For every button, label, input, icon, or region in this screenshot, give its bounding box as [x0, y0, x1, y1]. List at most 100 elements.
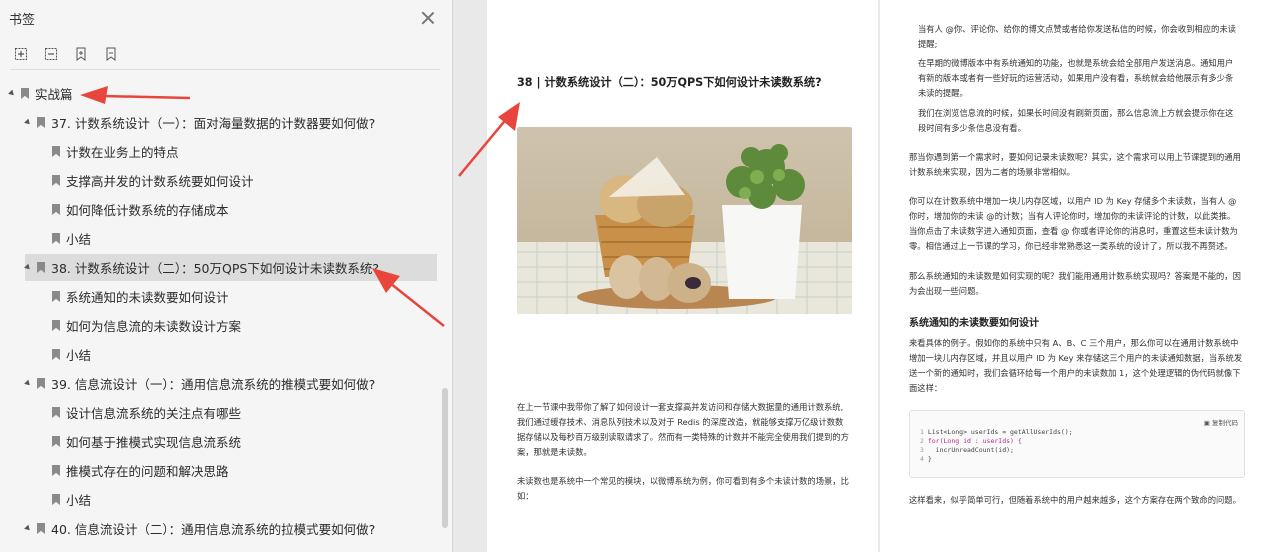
line-number: 1 [920, 428, 924, 436]
tree-item-label: 如何为信息流的未读数设计方案 [66, 319, 242, 334]
text-line: 你时，增加你的未读 @的计数；当有人评论你时，增加你的未读评论的计数，以此类推。 [909, 211, 1236, 221]
tree-item[interactable]: 如何降低计数系统的存储成本 [52, 196, 229, 223]
tree-item[interactable]: 实战篇 [8, 80, 73, 107]
code-text: } [927, 455, 932, 463]
tree-item-label: 推模式存在的问题和解决思路 [66, 464, 229, 479]
code-text: List<Long> userIds = getAllUserIds(); [927, 428, 1073, 436]
copy-code-label: 复制代码 [1212, 419, 1238, 427]
text-line: 未读的提醒。 [918, 88, 968, 98]
text-line: 零。相信通过上一节课的学习，你已经非常熟悉这一类系统的设计了，所以我不再赘述。 [909, 241, 1233, 251]
add-bookmark-icon[interactable] [72, 45, 90, 63]
code-line: 3 incrUnreadCount(id); [920, 446, 1014, 454]
collapse-all-icon[interactable] [42, 45, 60, 63]
copy-code-button[interactable]: ▣ 复制代码 [1204, 417, 1238, 427]
text-line: 当你点击了未读数字进入通知页面，查看 @ 你或者评论你的消息时，重置这些未读计数… [909, 226, 1238, 236]
code-line: 1 List<Long> userIds = getAllUserIds(); [920, 428, 1073, 436]
article-title: 38 | 计数系统设计（二）：50万QPS下如何设计未读数系统? [517, 76, 822, 89]
code-text: incrUnreadCount(id); [927, 446, 1014, 454]
line-number: 3 [920, 446, 924, 454]
section-heading: 系统通知的未读数要如何设计 [909, 318, 1039, 329]
tree-item[interactable]: 推模式存在的问题和解决思路 [52, 457, 229, 484]
copy-icon: ▣ [1203, 419, 1210, 427]
panel-title: 书签 [9, 13, 36, 28]
body-paragraph: 这样看来，似乎简单可行，但随着系统中的用户越来越多，这个方案存在两个致命的问题。 [909, 495, 1241, 505]
text-line: 当有人 @你、评论你、给你的博文点赞或者给你发送私信的时候，你会收到相应的未读 [918, 24, 1236, 34]
bookmark-icon [37, 117, 45, 128]
tree-item[interactable]: 如何为信息流的未读数设计方案 [52, 312, 241, 339]
bookmark-icon [52, 494, 60, 505]
code-block: ▣ 复制代码 1 List<Long> userIds = getAllUser… [909, 410, 1245, 478]
bookmark-icon [52, 233, 60, 244]
bullet-item: 在早期的微博版本中有系统通知的功能，也就是系统会给全部用户发送消息。通知用户 有… [918, 56, 1248, 101]
text-line: 来看具体的例子。假如你的系统中只有 A、B、C 三个用户，那么你可以在通用计数系… [909, 338, 1239, 348]
text-line: 我们在浏览信息流的时候，如果长时间没有刷新页面，那么信息流上方就会提示你在这 [918, 108, 1234, 118]
article-photo [517, 127, 852, 314]
tree-item-label: 37. 计数系统设计（一）：面对海量数据的计数器要如何做? [51, 116, 376, 131]
bookmark-icon [37, 262, 45, 273]
bookmark-icon [37, 523, 45, 534]
expand-caret-icon[interactable] [24, 379, 32, 388]
tree-item-label: 小结 [66, 493, 92, 508]
tree-item-label: 如何基于推模式实现信息流系统 [66, 435, 242, 450]
text-line: 增加一块儿内存区域，并且以用户 ID 为 Key 来存储这三个用户的未读通知数据… [909, 353, 1243, 363]
text-line: 有新的版本或者有一些好玩的运营活动，如果用户没有看，系统就会给他展示有多少条 [918, 73, 1234, 83]
text-line: 送一个新的通知时，我们会循环给每一个用户的未读数加 1，这个处理逻辑的伪代码就像… [909, 368, 1241, 378]
tree-item-label: 计数在业务上的特点 [66, 145, 179, 160]
tree-item[interactable]: 39. 信息流设计（一）：通用信息流系统的推模式要如何做? [24, 370, 376, 397]
tree-item[interactable]: 支撑高并发的计数系统要如何设计 [52, 167, 254, 194]
text-line: 我们通过缓存技术、消息队列技术以及对于 Redis 的深度改造，就能够支撑万亿级… [517, 417, 844, 427]
code-text: for(Long id : userIds) { [927, 437, 1022, 445]
remove-bookmark-icon[interactable] [102, 45, 120, 63]
bookmark-icon [52, 465, 60, 476]
bookmark-icon [52, 436, 60, 447]
text-line: 那当你遇到第一个需求时，要如何记录未读数呢？其实，这个需求可以用上节课提到的通用 [909, 152, 1241, 162]
tree-item-label: 系统通知的未读数要如何设计 [66, 290, 229, 305]
bookmark-icon [37, 378, 45, 389]
tree-item[interactable]: 小结 [52, 225, 91, 252]
bookmark-scrollbar[interactable] [441, 80, 448, 552]
text-line: 如： [517, 491, 534, 501]
body-paragraph: 来看具体的例子。假如你的系统中只有 A、B、C 三个用户，那么你可以在通用计数系… [909, 336, 1254, 396]
body-paragraph: 你可以在计数系统中增加一块儿内存区域，以用户 ID 为 Key 存储多个未读数，… [909, 194, 1254, 254]
expand-caret-icon[interactable] [24, 263, 32, 272]
line-number: 2 [920, 437, 924, 445]
tree-item-label: 38. 计数系统设计（二）：50万QPS下如何设计未读数系统? [51, 261, 379, 276]
text-line: 面这样： [909, 383, 943, 393]
scrollbar-thumb[interactable] [442, 388, 448, 528]
code-line: 2 for(Long id : userIds) { [920, 437, 1022, 445]
bullet-item: 我们在浏览信息流的时候，如果长时间没有刷新页面，那么信息流上方就会提示你在这 段… [918, 106, 1248, 136]
tree-item-label: 小结 [66, 232, 92, 247]
text-line: 据存储以及每秒百万级别读取请求了。然而有一类特殊的计数并不能完全使用我们提到的方 [517, 432, 849, 442]
bookmark-icon [21, 88, 29, 99]
text-line: 那么系统通知的未读数是如何实现的呢？我们能用通用计数系统实现吗？答案是不能的，因 [909, 271, 1241, 281]
tree-item[interactable]: 小结 [52, 341, 91, 368]
text-line: 提醒; [918, 39, 938, 49]
tree-item[interactable]: 37. 计数系统设计（一）：面对海量数据的计数器要如何做? [24, 109, 376, 136]
tree-item[interactable]: 设计信息流系统的关注点有哪些 [52, 399, 241, 426]
expand-caret-icon[interactable] [24, 118, 32, 127]
bookmark-panel: 书签 实战篇 37. 计数系统设计（一）：面对海量数据的计数器要如何做? 计数在… [0, 0, 453, 552]
tree-item-label: 39. 信息流设计（一）：通用信息流系统的推模式要如何做? [51, 377, 376, 392]
tree-item[interactable]: 小结 [52, 486, 91, 513]
tree-item[interactable]: 系统通知的未读数要如何设计 [52, 283, 229, 310]
expand-caret-icon[interactable] [8, 89, 16, 98]
code-line: 4 } [920, 455, 932, 463]
tree-item[interactable]: 如何基于推模式实现信息流系统 [52, 428, 241, 455]
expand-all-icon[interactable] [12, 45, 30, 63]
unread-paragraph: 未读数也是系统中一个常见的模块，以微博系统为例，你可看到有多个未读计数的场景，比… [517, 474, 867, 504]
close-icon[interactable] [421, 11, 435, 25]
intro-paragraph: 在上一节课中我带你了解了如何设计一套支撑高并发访问和存储大数据量的通用计数系统,… [517, 400, 867, 460]
text-line: 段时间有多少条信息没有看。 [918, 123, 1026, 133]
tree-item-selected[interactable]: 38. 计数系统设计（二）：50万QPS下如何设计未读数系统? [24, 254, 437, 281]
bookmark-icon [52, 349, 60, 360]
body-paragraph: 那当你遇到第一个需求时，要如何记录未读数呢？其实，这个需求可以用上节课提到的通用… [909, 150, 1254, 180]
bookmark-icon [52, 204, 60, 215]
expand-caret-icon[interactable] [24, 524, 32, 533]
text-line: 为会出现一些问题。 [909, 286, 984, 296]
bookmark-icon [52, 146, 60, 157]
tree-item-label: 小结 [66, 348, 92, 363]
tree-item-label: 实战篇 [35, 87, 73, 102]
tree-item[interactable]: 计数在业务上的特点 [52, 138, 179, 165]
bookmark-icon [52, 320, 60, 331]
tree-item[interactable]: 40. 信息流设计（二）：通用信息流系统的拉模式要如何做? [24, 515, 375, 542]
